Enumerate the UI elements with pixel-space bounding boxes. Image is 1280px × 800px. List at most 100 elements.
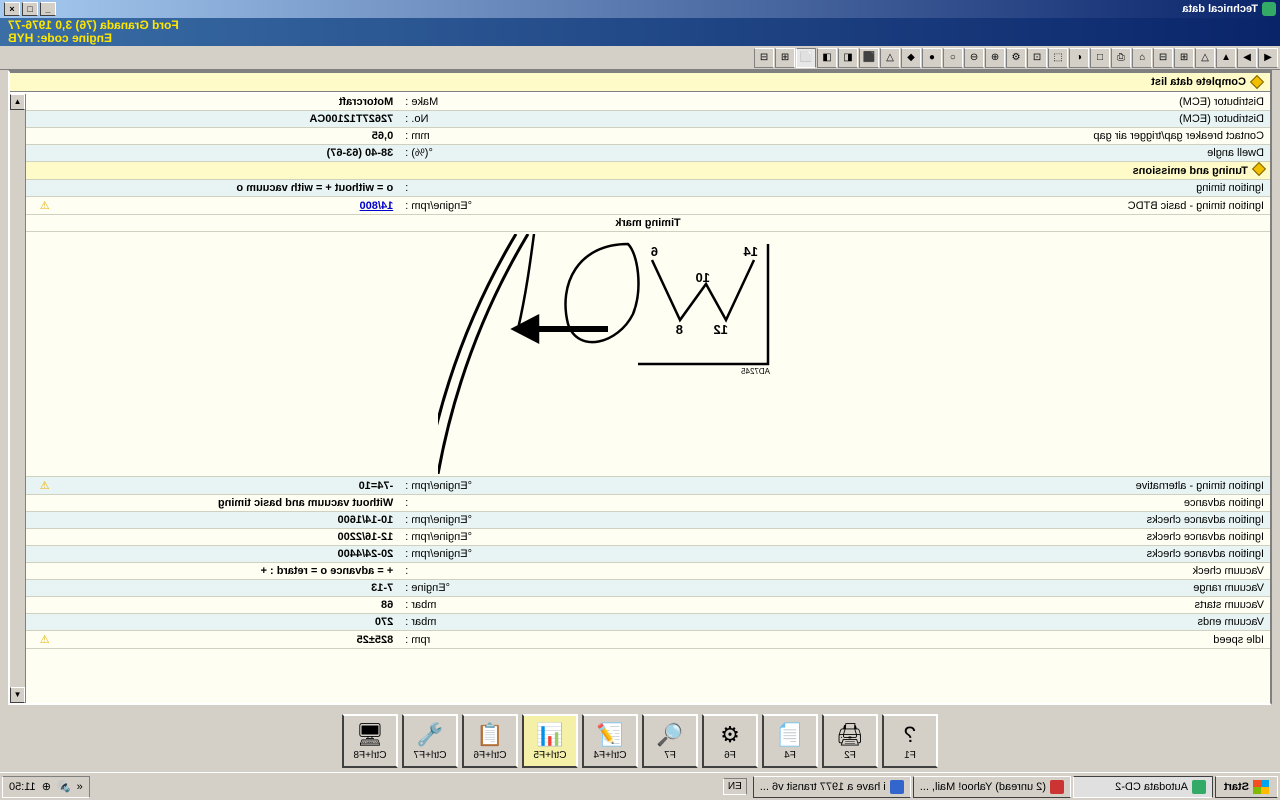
row-unit: mbar : bbox=[399, 614, 548, 631]
toolbar-button-10[interactable]: ⬚ bbox=[1048, 48, 1068, 68]
title-bar: Technical data _ □ × bbox=[0, 0, 1280, 18]
tray-icon[interactable]: ⊕ bbox=[42, 780, 51, 793]
data-row: Ignition timing - basic BTDC°Engine/rpm … bbox=[26, 197, 1270, 215]
toolbar-button-15[interactable]: ○ bbox=[943, 48, 963, 68]
toolbar-button-14[interactable]: ⊖ bbox=[964, 48, 984, 68]
row-value: Without vacuum and basic timing bbox=[63, 495, 399, 512]
fkey-tool[interactable]: 🔧Ctrl+F7 bbox=[402, 714, 458, 768]
toolbar-button-3[interactable]: △ bbox=[1195, 48, 1215, 68]
toolbar-button-4[interactable]: ⊞ bbox=[1174, 48, 1194, 68]
list-icon: 📋 bbox=[476, 722, 503, 748]
row-label: Dwell angle bbox=[548, 145, 1270, 162]
toolbar-button-7[interactable]: ⎙ bbox=[1111, 48, 1131, 68]
toolbar-button-13[interactable]: ⊕ bbox=[985, 48, 1005, 68]
toolbar-button-12[interactable]: ⚙ bbox=[1006, 48, 1026, 68]
minimize-button[interactable]: _ bbox=[40, 2, 56, 16]
row-value: o = without + = with vacuum o bbox=[63, 180, 399, 197]
page-icon: 📄 bbox=[776, 722, 803, 748]
toolbar-button-20[interactable]: ◧ bbox=[838, 48, 858, 68]
fkey-edit[interactable]: 📝Ctrl+F4 bbox=[582, 714, 638, 768]
toolbar-button-21[interactable]: ◨ bbox=[817, 48, 837, 68]
fkey-settings[interactable]: ⚙F6 bbox=[702, 714, 758, 768]
toolbar-button-0[interactable]: ◀ bbox=[1258, 48, 1278, 68]
row-icon bbox=[26, 111, 63, 128]
toolbar-button-2[interactable]: ▲ bbox=[1216, 48, 1236, 68]
row-unit: : bbox=[399, 180, 548, 197]
row-label: Vacuum ends bbox=[548, 614, 1270, 631]
toolbar-button-8[interactable]: □ bbox=[1090, 48, 1110, 68]
app-icon bbox=[1050, 780, 1064, 794]
row-unit: °Engine : bbox=[399, 580, 548, 597]
toolbar-button-24[interactable]: ⊟ bbox=[754, 48, 774, 68]
data-row: Ignition advance checks°Engine/rpm :20-2… bbox=[26, 546, 1270, 563]
fkey-find[interactable]: 🔍F7 bbox=[642, 714, 698, 768]
section-header-top[interactable]: Complete data list bbox=[10, 72, 1270, 92]
fkey-print[interactable]: 🖨F2 bbox=[822, 714, 878, 768]
vehicle-header: Ford Granada (76) 3,0 1976-77 Engine cod… bbox=[0, 18, 1280, 46]
system-tray[interactable]: « 🔊 ⊕ 11:50 bbox=[2, 776, 90, 798]
value-link[interactable]: 14/800 bbox=[360, 200, 394, 212]
tray-icon[interactable]: 🔊 bbox=[57, 780, 71, 793]
diagram-title: Timing mark bbox=[26, 215, 1270, 232]
screen-icon: 🖥 bbox=[356, 722, 384, 748]
clock: 11:50 bbox=[9, 781, 36, 793]
toolbar-button-16[interactable]: ● bbox=[922, 48, 942, 68]
print-icon: 🖨 bbox=[836, 722, 864, 748]
content-area: Complete data list Distributor (ECM)Make… bbox=[8, 70, 1272, 705]
toolbar-button-19[interactable]: ⬛ bbox=[859, 48, 879, 68]
close-button[interactable]: × bbox=[4, 2, 20, 16]
data-row: Ignition timing - alternative°Engine/rpm… bbox=[26, 477, 1270, 495]
row-unit: Make : bbox=[399, 94, 548, 111]
data-table: Distributor (ECM)Make :MotorcraftDistrib… bbox=[26, 94, 1270, 649]
data-row: Idle speedrpm :825±25 bbox=[26, 631, 1270, 649]
toolbar-button-18[interactable]: △ bbox=[880, 48, 900, 68]
start-button[interactable]: Start bbox=[1215, 776, 1278, 798]
section-title-top: Complete data list bbox=[1151, 76, 1246, 88]
toolbar-button-17[interactable]: ◆ bbox=[901, 48, 921, 68]
row-label: Ignition timing bbox=[548, 180, 1270, 197]
row-value: 270 bbox=[63, 614, 399, 631]
row-label: Vacuum check bbox=[548, 563, 1270, 580]
app-icon bbox=[1262, 2, 1276, 16]
taskbar-item[interactable]: Autodata CD-2 bbox=[1073, 776, 1213, 798]
toolbar-button-11[interactable]: ⊡ bbox=[1027, 48, 1047, 68]
fkey-help[interactable]: ?F1 bbox=[882, 714, 938, 768]
fkey-data[interactable]: 📊Ctrl+F5 bbox=[522, 714, 578, 768]
scroll-down-button[interactable]: ▼ bbox=[10, 687, 25, 703]
row-unit: °Engine/rpm : bbox=[399, 529, 548, 546]
toolbar-button-23[interactable]: ⊞ bbox=[775, 48, 795, 68]
row-unit: : bbox=[399, 563, 548, 580]
row-label: Distributor (ECM) bbox=[548, 111, 1270, 128]
toolbar-button-5[interactable]: ⊟ bbox=[1153, 48, 1173, 68]
row-unit: : bbox=[399, 495, 548, 512]
row-value: + = advance o = retard : + bbox=[63, 563, 399, 580]
row-icon bbox=[26, 495, 63, 512]
row-icon bbox=[26, 197, 63, 215]
fkey-list[interactable]: 📋Ctrl+F6 bbox=[462, 714, 518, 768]
fkey-page[interactable]: 📄F4 bbox=[762, 714, 818, 768]
row-icon bbox=[26, 597, 63, 614]
row-value: 72627T12100CA bbox=[63, 111, 399, 128]
maximize-button[interactable]: □ bbox=[22, 2, 38, 16]
data-row: Vacuum check:+ = advance o = retard : + bbox=[26, 563, 1270, 580]
row-unit: rpm : bbox=[399, 631, 548, 649]
toolbar-button-22[interactable]: ⬜ bbox=[796, 48, 816, 68]
row-label: Contact breaker gap/trigger air gap bbox=[548, 128, 1270, 145]
taskbar-item[interactable]: (2 unread) Yahoo! Mail, ... bbox=[913, 776, 1071, 798]
toolbar-button-1[interactable]: ▶ bbox=[1237, 48, 1257, 68]
scroll-up-button[interactable]: ▲ bbox=[10, 94, 25, 110]
data-row: Vacuum range°Engine :7-13 bbox=[26, 580, 1270, 597]
fkey-screen[interactable]: 🖥Ctrl+F8 bbox=[342, 714, 398, 768]
toolbar-button-9[interactable]: ◐ bbox=[1069, 48, 1089, 68]
language-indicator[interactable]: EN bbox=[723, 778, 747, 795]
vertical-scrollbar[interactable]: ▲ ▼ bbox=[10, 94, 26, 703]
toolbar-button-6[interactable]: ⌂ bbox=[1132, 48, 1152, 68]
row-label: Ignition timing - basic BTDC bbox=[548, 197, 1270, 215]
section-header-tuning[interactable]: Tuning and emissions bbox=[26, 162, 1270, 180]
row-icon bbox=[26, 128, 63, 145]
row-label: Vacuum range bbox=[548, 580, 1270, 597]
tool-icon: 🔧 bbox=[416, 722, 443, 748]
taskbar-item[interactable]: i have a 1977 transit v6 ... bbox=[753, 776, 911, 798]
tray-icon[interactable]: « bbox=[77, 781, 83, 793]
row-label: Ignition advance bbox=[548, 495, 1270, 512]
